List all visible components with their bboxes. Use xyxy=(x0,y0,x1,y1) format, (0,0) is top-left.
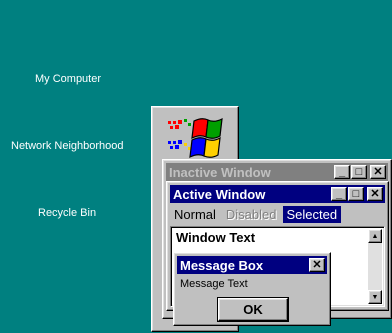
minimize-icon: _ xyxy=(338,165,346,178)
vertical-scrollbar[interactable]: ▲ ▼ xyxy=(368,229,382,304)
scroll-up-arrow-icon[interactable]: ▲ xyxy=(368,229,382,243)
inactive-window-title: Inactive Window xyxy=(169,164,271,180)
close-icon: ✕ xyxy=(312,258,322,271)
close-icon: ✕ xyxy=(373,165,383,178)
menu-bar: Normal Disabled Selected xyxy=(170,204,385,224)
menu-item-disabled: Disabled xyxy=(225,206,277,222)
active-window-title: Active Window xyxy=(173,186,266,202)
maximize-icon: □ xyxy=(355,165,363,178)
desktop-icon-my-computer[interactable]: My Computer xyxy=(35,73,101,85)
ok-button[interactable]: OK xyxy=(217,297,289,322)
message-box-title: Message Box xyxy=(180,257,264,273)
close-button[interactable]: ✕ xyxy=(367,187,383,201)
active-window-titlebar[interactable]: Active Window _ □ ✕ xyxy=(170,185,385,203)
maximize-button[interactable]: □ xyxy=(348,187,364,201)
desktop-icon-network-neighborhood[interactable]: Network Neighborhood xyxy=(11,140,124,152)
message-box-titlebar[interactable]: Message Box ✕ xyxy=(177,256,327,274)
window-text: Window Text xyxy=(176,230,256,245)
menu-item-normal[interactable]: Normal xyxy=(170,206,220,223)
scroll-down-arrow-icon[interactable]: ▼ xyxy=(368,290,382,304)
close-button[interactable]: ✕ xyxy=(370,165,386,179)
minimize-icon: _ xyxy=(335,187,343,200)
menu-item-selected[interactable]: Selected xyxy=(282,205,342,223)
inactive-window-titlebar[interactable]: Inactive Window _ □ ✕ xyxy=(166,163,388,181)
message-box[interactable]: Message Box ✕ Message Text OK xyxy=(173,252,331,326)
minimize-button[interactable]: _ xyxy=(331,187,347,201)
close-icon: ✕ xyxy=(370,187,380,200)
message-text: Message Text xyxy=(180,278,248,290)
desktop-icon-recycle-bin[interactable]: Recycle Bin xyxy=(38,207,96,219)
maximize-icon: □ xyxy=(352,187,360,200)
maximize-button[interactable]: □ xyxy=(351,165,367,179)
minimize-button[interactable]: _ xyxy=(334,165,350,179)
message-box-close-button[interactable]: ✕ xyxy=(309,258,325,272)
